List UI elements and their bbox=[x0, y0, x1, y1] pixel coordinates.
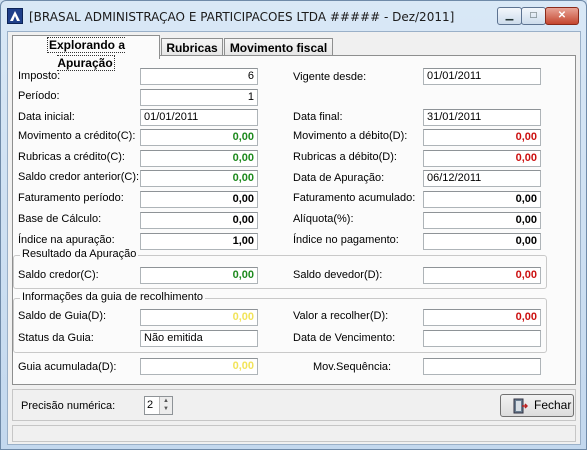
saldo-credor-anterior-field[interactable]: 0,00 bbox=[140, 170, 258, 187]
door-exit-icon bbox=[512, 398, 529, 421]
periodo-field[interactable]: 1 bbox=[140, 89, 258, 106]
main-window: [BRASAL ADMINISTRAÇAO E PARTICIPACOES LT… bbox=[0, 0, 587, 450]
maximize-button[interactable]: □ bbox=[521, 7, 546, 25]
resultado-group-title: Resultado da Apuração bbox=[20, 248, 139, 260]
saldo-guia-label: Saldo de Guia(D): bbox=[18, 310, 107, 322]
data-final-field[interactable]: 31/01/2011 bbox=[423, 109, 541, 126]
aliquota-field[interactable]: 0,00 bbox=[423, 212, 541, 229]
guia-group-title: Informações da guia de recolhimento bbox=[20, 291, 205, 303]
vigente-desde-field[interactable]: 01/01/2011 bbox=[423, 68, 541, 85]
fechar-button[interactable]: Fechar bbox=[500, 394, 574, 417]
spin-down-icon[interactable]: ▼ bbox=[160, 405, 172, 413]
tab-explorando-apuracao[interactable]: Explorando a Apuração bbox=[12, 35, 160, 71]
data-final-label: Data final: bbox=[293, 111, 343, 123]
bottom-bar: Precisão numérica: 2 ▲ ▼ Fechar bbox=[12, 389, 576, 421]
data-apuracao-field[interactable]: 06/12/2011 bbox=[423, 170, 541, 187]
guia-acumulada-label: Guia acumulada(D): bbox=[18, 361, 117, 373]
data-apuracao-label: Data de Apuração: bbox=[293, 172, 385, 184]
base-calculo-field[interactable]: 0,00 bbox=[140, 212, 258, 229]
guia-group: Informações da guia de recolhimento Sald… bbox=[13, 291, 547, 353]
saldo-credor-label: Saldo credor(C): bbox=[18, 269, 99, 281]
imposto-field[interactable]: 6 bbox=[140, 68, 258, 85]
status-bar bbox=[12, 425, 576, 442]
faturamento-periodo-field[interactable]: 0,00 bbox=[140, 191, 258, 208]
indice-pagamento-field[interactable]: 0,00 bbox=[423, 233, 541, 250]
rub-credito-label: Rubricas a crédito(C): bbox=[18, 151, 125, 163]
rub-debito-label: Rubricas a débito(D): bbox=[293, 151, 397, 163]
rub-debito-field[interactable]: 0,00 bbox=[423, 150, 541, 167]
window-title: [BRASAL ADMINISTRAÇAO E PARTICIPACOES LT… bbox=[29, 10, 455, 24]
saldo-devedor-field[interactable]: 0,00 bbox=[423, 267, 541, 284]
mov-sequencia-label: Mov.Sequência: bbox=[313, 361, 392, 373]
status-guia-label: Status da Guia: bbox=[18, 332, 94, 344]
precisao-value: 2 bbox=[147, 399, 154, 411]
periodo-label: Período: bbox=[18, 90, 60, 102]
precisao-spinner[interactable]: 2 ▲ ▼ bbox=[144, 396, 173, 415]
mov-debito-label: Movimento a débito(D): bbox=[293, 130, 408, 142]
saldo-devedor-label: Saldo devedor(D): bbox=[293, 269, 383, 281]
app-logo-icon bbox=[7, 8, 23, 24]
close-button[interactable]: ✕ bbox=[545, 7, 579, 25]
data-vencimento-field[interactable] bbox=[423, 330, 541, 347]
vigente-desde-label: Vigente desde: bbox=[293, 71, 367, 83]
spin-up-icon[interactable]: ▲ bbox=[160, 397, 172, 405]
mov-debito-field[interactable]: 0,00 bbox=[423, 129, 541, 146]
indice-pagamento-label: Índice no pagamento: bbox=[293, 234, 399, 246]
aliquota-label: Alíquota(%): bbox=[293, 213, 354, 225]
precisao-label: Precisão numérica: bbox=[21, 400, 116, 412]
saldo-credor-anterior-label: Saldo credor anterior(C): bbox=[18, 171, 140, 183]
data-inicial-field[interactable]: 01/01/2011 bbox=[140, 109, 258, 126]
data-inicial-label: Data inicial: bbox=[18, 111, 75, 123]
resultado-group: Resultado da Apuração Saldo credor(C): 0… bbox=[13, 248, 547, 289]
valor-recolher-label: Valor a recolher(D): bbox=[293, 310, 389, 322]
title-bar[interactable]: [BRASAL ADMINISTRAÇAO E PARTICIPACOES LT… bbox=[1, 1, 586, 31]
spinner-arrows[interactable]: ▲ ▼ bbox=[159, 397, 172, 414]
indice-apuracao-label: Índice na apuração: bbox=[18, 234, 115, 246]
faturamento-acumulado-field[interactable]: 0,00 bbox=[423, 191, 541, 208]
rub-credito-field[interactable]: 0,00 bbox=[140, 150, 258, 167]
tab-label: Explorando a Apuração bbox=[46, 37, 125, 71]
mov-credito-label: Movimento a crédito(C): bbox=[18, 130, 136, 142]
client-area: Explorando a Apuração Rubricas Movimento… bbox=[7, 31, 581, 445]
valor-recolher-field[interactable]: 0,00 bbox=[423, 309, 541, 326]
saldo-credor-field[interactable]: 0,00 bbox=[140, 267, 258, 284]
indice-apuracao-field[interactable]: 1,00 bbox=[140, 233, 258, 250]
status-guia-field[interactable]: Não emitida bbox=[140, 330, 258, 347]
faturamento-periodo-label: Faturamento período: bbox=[18, 192, 124, 204]
faturamento-acumulado-label: Faturamento acumulado: bbox=[293, 192, 416, 204]
imposto-label: Imposto: bbox=[18, 70, 61, 82]
mov-credito-field[interactable]: 0,00 bbox=[140, 129, 258, 146]
saldo-guia-field[interactable]: 0,00 bbox=[140, 309, 258, 326]
guia-acumulada-field[interactable]: 0,00 bbox=[140, 358, 258, 375]
apuracao-panel: Imposto: 6 Período: 1 Data inicial: 01/0… bbox=[12, 55, 576, 385]
fechar-label: Fechar bbox=[534, 398, 572, 412]
base-calculo-label: Base de Cálculo: bbox=[18, 213, 102, 225]
mov-sequencia-field[interactable] bbox=[423, 358, 541, 375]
data-vencimento-label: Data de Vencimento: bbox=[293, 332, 396, 344]
minimize-button[interactable]: ▁ bbox=[497, 7, 522, 25]
